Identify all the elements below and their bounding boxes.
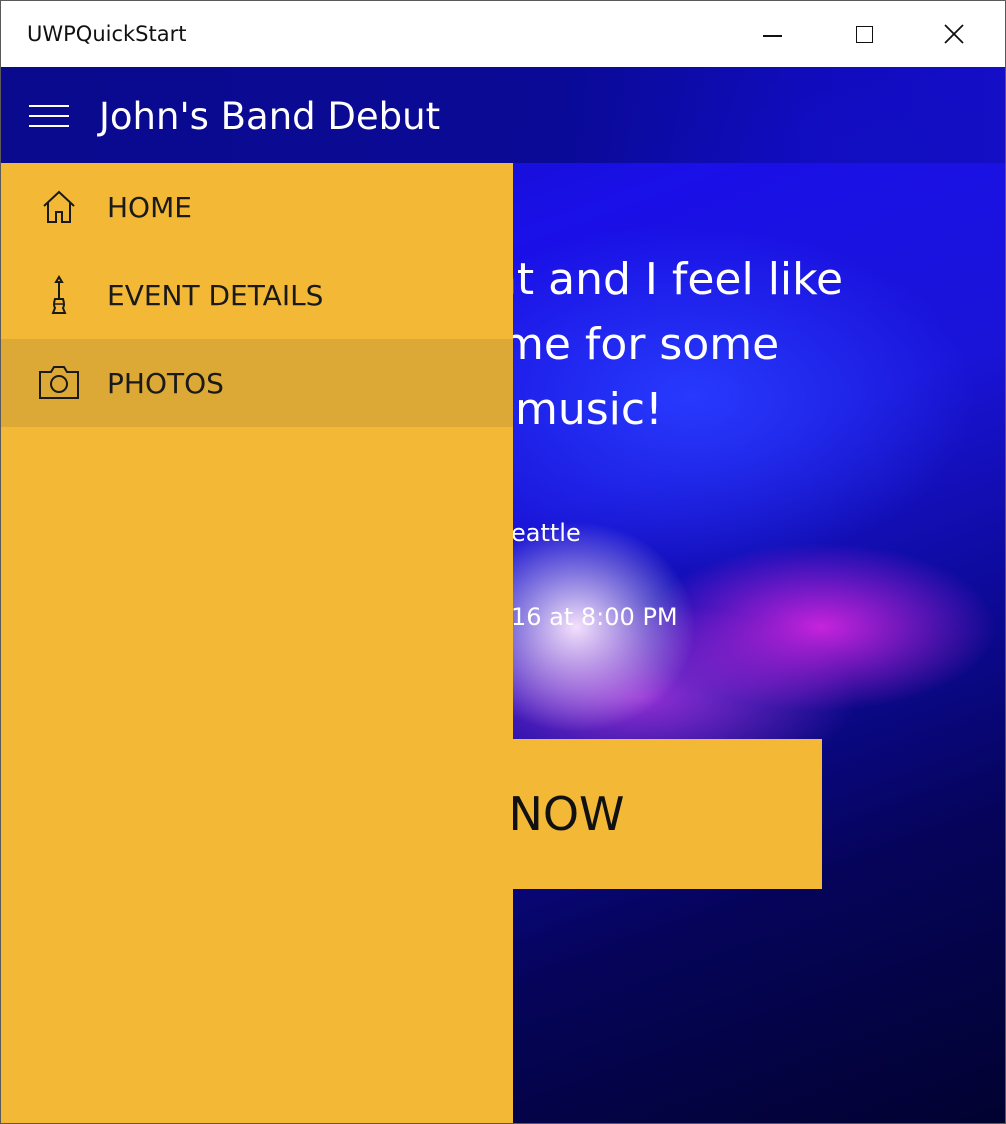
- app-window: UWPQuickStart nt and I feel like me for …: [0, 0, 1006, 1124]
- maximize-icon: [855, 25, 873, 43]
- nav-item-home[interactable]: HOME: [1, 163, 513, 251]
- app-header: John's Band Debut: [1, 67, 1005, 163]
- navigation-pane: HOME EVENT DETAILS PHOTOS: [1, 163, 513, 1123]
- window-titlebar: UWPQuickStart: [1, 1, 1005, 67]
- hamburger-icon[interactable]: [27, 101, 71, 131]
- minimize-icon: [762, 35, 782, 37]
- nav-label-event-details: EVENT DETAILS: [107, 278, 324, 312]
- close-icon: [944, 24, 964, 44]
- minimize-button[interactable]: [727, 1, 817, 67]
- page-title: John's Band Debut: [99, 95, 441, 138]
- camera-icon: [37, 361, 81, 405]
- nav-item-photos[interactable]: PHOTOS: [1, 339, 513, 427]
- window-title: UWPQuickStart: [27, 22, 187, 46]
- nav-label-photos: PHOTOS: [107, 366, 224, 400]
- home-icon: [37, 185, 81, 229]
- guitar-icon: [37, 273, 81, 317]
- nav-label-home: HOME: [107, 190, 192, 224]
- nav-item-event-details[interactable]: EVENT DETAILS: [1, 251, 513, 339]
- close-button[interactable]: [909, 1, 999, 67]
- maximize-button[interactable]: [819, 1, 909, 67]
